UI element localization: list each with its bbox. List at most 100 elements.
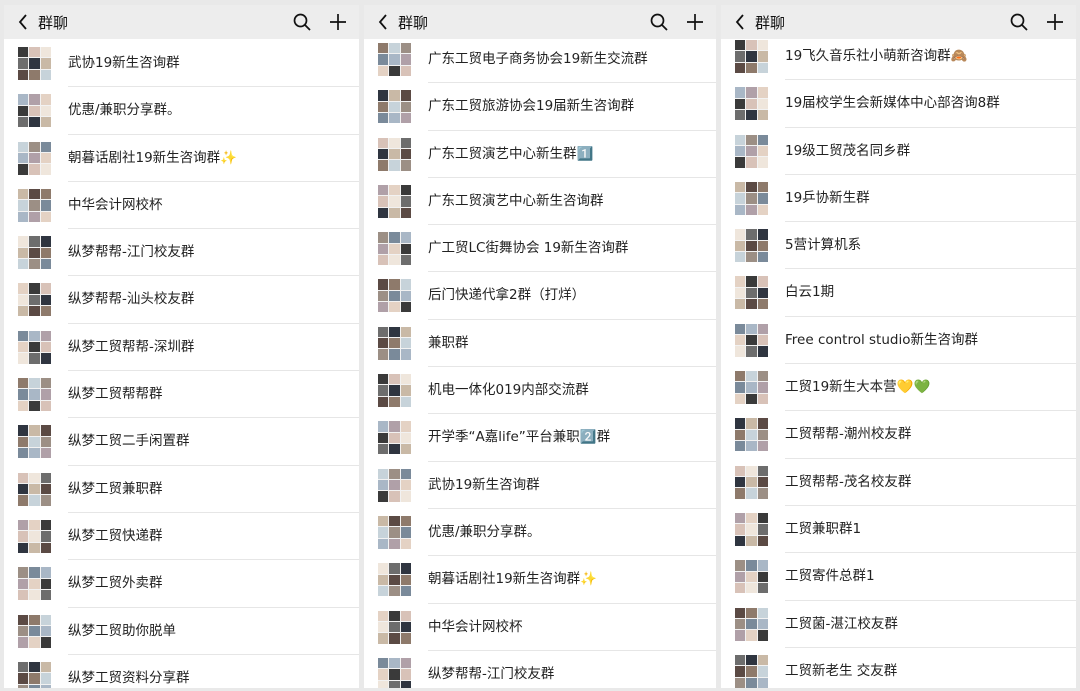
group-list-item[interactable]: 工贸19新生大本营💛💚 [721, 364, 1076, 412]
group-name: 纵梦帮帮-江门校友群 [68, 244, 195, 261]
group-list-item[interactable]: 纵梦工贸快递群 [4, 513, 359, 561]
group-list-item[interactable]: 工贸兼职群1 [721, 506, 1076, 554]
group-list-item[interactable]: 纵梦工贸帮帮-深圳群 [4, 324, 359, 372]
chevron-left-icon[interactable] [10, 5, 36, 39]
group-list-item[interactable]: 工贸新老生 交友群 [721, 648, 1076, 688]
group-name: 纵梦工贸资料分享群 [68, 669, 190, 686]
plus-icon[interactable] [323, 5, 353, 39]
group-name: 开学季“A嘉life”平台兼职2️⃣群 [428, 429, 611, 446]
group-list-item[interactable]: 19乒协新生群 [721, 175, 1076, 223]
group-list-item[interactable]: 优惠/兼职分享群。 [4, 87, 359, 135]
group-avatar [18, 47, 51, 80]
group-list-item[interactable]: 广工贸LC街舞协会 19新生咨询群 [364, 225, 716, 273]
group-list-item[interactable]: 广东工贸电子商务协会19新生交流群 [364, 36, 716, 84]
group-list-item[interactable]: 中华会计网校杯 [4, 182, 359, 230]
group-name: 白云1期 [785, 284, 835, 301]
group-name: 19届校学生会新媒体中心部咨询8群 [785, 95, 1000, 112]
group-avatar [18, 236, 51, 270]
group-avatar [735, 371, 768, 405]
group-list-item[interactable]: 广东工贸演艺中心新生咨询群 [364, 178, 716, 226]
group-avatar [735, 654, 768, 688]
plus-icon[interactable] [680, 5, 710, 39]
group-avatar [18, 425, 51, 459]
group-list-item[interactable]: 工贸帮帮-茂名校友群 [721, 459, 1076, 506]
group-list-item[interactable]: 广东工贸旅游协会19届新生咨询群 [364, 83, 716, 131]
group-list-item[interactable]: 优惠/兼职分享群。 [364, 509, 716, 557]
group-avatar [378, 610, 411, 644]
group-avatar [18, 330, 51, 364]
group-name: 中华会计网校杯 [428, 618, 523, 635]
group-list-item[interactable]: 纵梦工贸外卖群 [4, 560, 359, 608]
group-name: 中华会计网校杯 [68, 196, 163, 213]
group-avatar [378, 279, 411, 313]
group-list-item[interactable]: 纵梦帮帮-汕头校友群 [4, 276, 359, 324]
group-name: 纵梦工贸兼职群 [68, 480, 163, 497]
group-list-item[interactable]: 朝暮话剧社19新生咨询群✨ [4, 135, 359, 182]
chevron-left-icon[interactable] [370, 5, 396, 39]
group-avatar [378, 657, 411, 688]
group-avatar [735, 181, 768, 215]
group-list-item[interactable]: 广东工贸演艺中心新生群1️⃣ [364, 131, 716, 178]
group-list-item[interactable]: 工贸帮帮-潮州校友群 [721, 411, 1076, 459]
group-list-item[interactable]: 纵梦工贸资料分享群 [4, 655, 359, 688]
group-avatar [735, 512, 768, 546]
group-name: 后门快递代拿2群（打烊） [428, 287, 586, 304]
group-list-item[interactable]: 白云1期 [721, 269, 1076, 317]
group-list-item[interactable]: 纵梦工贸二手闲置群 [4, 418, 359, 466]
group-avatar [378, 374, 411, 408]
group-list-item[interactable]: 武协19新生咨询群 [364, 462, 716, 509]
group-list-item[interactable]: 纵梦帮帮-江门校友群 [364, 651, 716, 688]
group-list-item[interactable]: 纵梦工贸帮帮群 [4, 371, 359, 419]
group-list-item[interactable]: 纵梦帮帮-江门校友群 [4, 229, 359, 277]
group-avatar [378, 563, 411, 597]
group-list-item[interactable]: 中华会计网校杯 [364, 604, 716, 651]
group-avatar [378, 468, 411, 502]
search-icon[interactable] [1004, 5, 1034, 39]
page-title: 群聊 [398, 13, 429, 32]
group-avatar [735, 560, 768, 594]
group-list-item[interactable]: Free control studio新生咨询群 [721, 317, 1076, 365]
group-name: 纵梦帮帮-汕头校友群 [68, 291, 195, 308]
group-chat-panel-3: 19飞久音乐社小萌新咨询群🙈 19届校学生会新媒体中心部咨询8群 19级工贸茂名同乡… [721, 5, 1076, 688]
page-title: 群聊 [755, 13, 786, 32]
group-list-item[interactable]: 开学季“A嘉life”平台兼职2️⃣群 [364, 414, 716, 462]
group-list-item[interactable]: 19届校学生会新媒体中心部咨询8群 [721, 80, 1076, 128]
group-avatar [378, 232, 411, 266]
search-icon[interactable] [644, 5, 674, 39]
group-avatar [735, 229, 768, 263]
group-avatar [378, 515, 411, 549]
group-name: 5营计算机系 [785, 237, 862, 254]
plus-icon[interactable] [1040, 5, 1070, 39]
group-list: 武协19新生咨询群 优惠/兼职分享群。 朝暮话剧社19新生咨询群✨ 中华会计网校杯 纵梦… [4, 40, 359, 688]
group-avatar [735, 323, 768, 357]
group-list-item[interactable]: 武协19新生咨询群 [4, 40, 359, 88]
page-title: 群聊 [38, 13, 69, 32]
group-list-item[interactable]: 工贸菌-湛江校友群 [721, 601, 1076, 648]
group-avatar [18, 614, 51, 648]
group-avatar [735, 87, 768, 121]
group-name: 19乒协新生群 [785, 189, 870, 206]
group-avatar [18, 283, 51, 317]
group-avatar [18, 472, 51, 506]
nav-header: 群聊 [4, 5, 359, 39]
group-list-item[interactable]: 19飞久音乐社小萌新咨询群🙈 [721, 33, 1076, 81]
group-list-item[interactable]: 纵梦工贸助你脱单 [4, 608, 359, 655]
group-name: 纵梦工贸外卖群 [68, 575, 163, 592]
group-name: 优惠/兼职分享群。 [428, 523, 541, 540]
group-list-item[interactable]: 19级工贸茂名同乡群 [721, 128, 1076, 175]
group-list-item[interactable]: 5营计算机系 [721, 222, 1076, 270]
group-list-item[interactable]: 后门快递代拿2群（打烊） [364, 272, 716, 320]
search-icon[interactable] [287, 5, 317, 39]
nav-header: 群聊 [364, 5, 716, 39]
chevron-left-icon[interactable] [727, 5, 753, 39]
group-name: 工贸19新生大本营💛💚 [785, 379, 931, 396]
group-list-item[interactable]: 兼职群 [364, 320, 716, 368]
group-avatar [18, 661, 51, 688]
group-avatar [378, 421, 411, 455]
group-list-item[interactable]: 纵梦工贸兼职群 [4, 466, 359, 513]
group-list-item[interactable]: 工贸寄件总群1 [721, 553, 1076, 601]
group-avatar [735, 276, 768, 310]
group-name: 工贸兼职群1 [785, 520, 862, 537]
group-list-item[interactable]: 朝暮话剧社19新生咨询群✨ [364, 556, 716, 604]
group-list-item[interactable]: 机电一体化019内部交流群 [364, 367, 716, 415]
